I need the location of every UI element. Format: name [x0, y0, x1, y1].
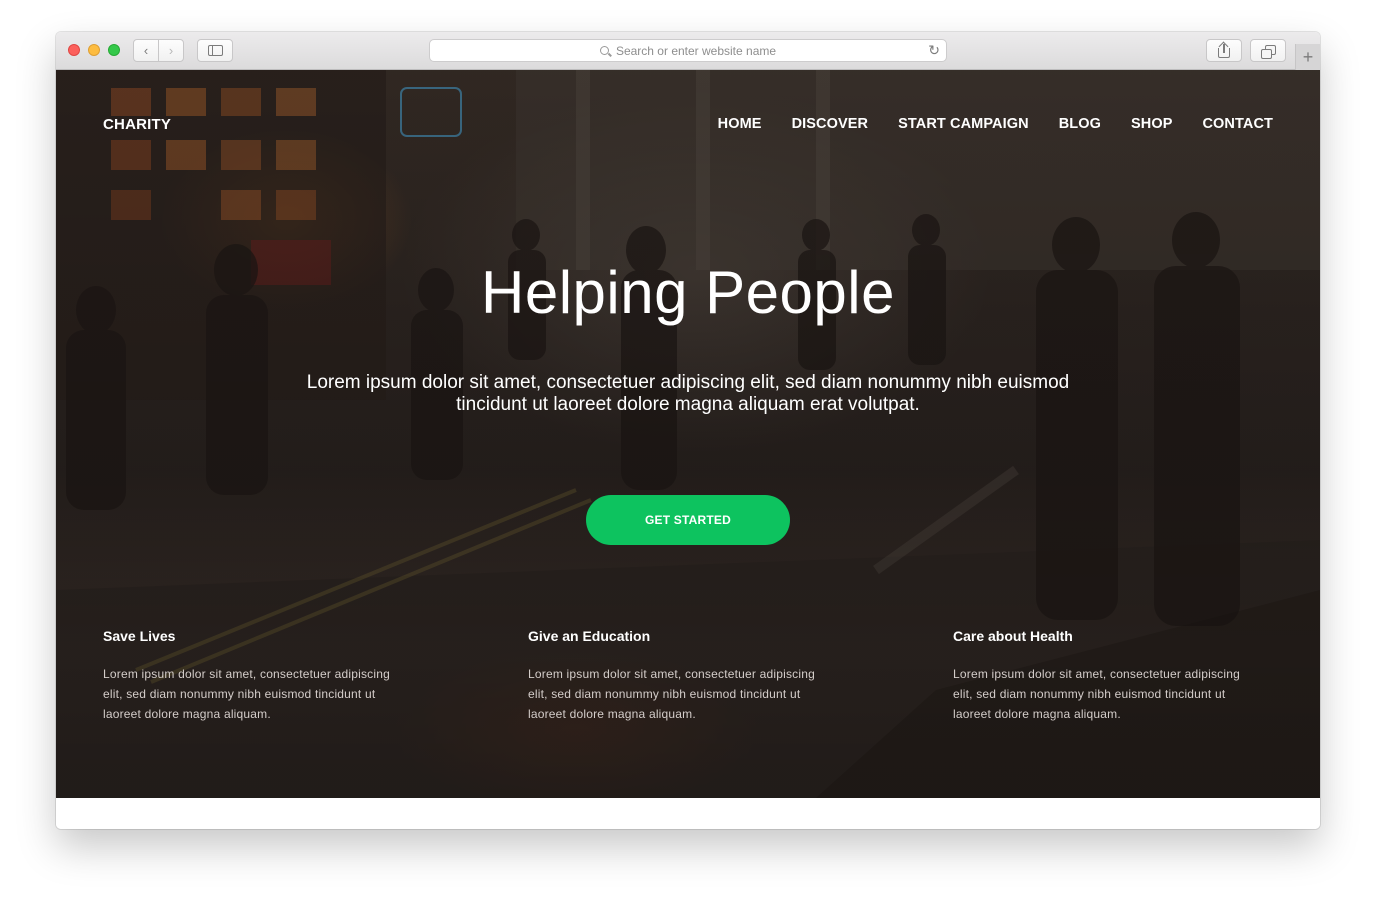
feature-title: Save Lives [103, 628, 176, 644]
nav-item-shop[interactable]: SHOP [1131, 116, 1173, 132]
sidebar-icon [207, 45, 223, 56]
nav-item-blog[interactable]: BLOG [1059, 116, 1101, 132]
hero-subtitle: Lorem ipsum dolor sit amet, consectetuer… [306, 372, 1070, 415]
nav-item-discover[interactable]: DISCOVER [792, 116, 869, 132]
share-button[interactable] [1206, 39, 1242, 62]
plus-icon: + [1302, 46, 1314, 67]
close-window-button[interactable] [68, 44, 80, 56]
browser-window: ‹ › Search or enter website name ↻ + CHA… [56, 32, 1320, 829]
sidebar-toggle-button[interactable] [197, 39, 233, 62]
feature-text: Lorem ipsum dolor sit amet, consectetuer… [103, 667, 390, 721]
reload-icon[interactable]: ↻ [928, 42, 940, 59]
minimize-window-button[interactable] [88, 44, 100, 56]
get-started-button[interactable]: GET STARTED [586, 495, 790, 545]
forward-button[interactable]: › [158, 39, 184, 62]
feature-care-health: Care about Health Lorem ipsum dolor sit … [953, 628, 1263, 724]
main-nav: HOME DISCOVER START CAMPAIGN BLOG SHOP C… [718, 116, 1273, 132]
chevron-left-icon: ‹ [143, 43, 149, 58]
page-below-hero [56, 798, 1320, 829]
search-icon [599, 46, 609, 55]
show-tabs-button[interactable] [1250, 39, 1286, 62]
feature-title: Give an Education [528, 628, 651, 644]
address-bar[interactable]: Search or enter website name ↻ [429, 39, 947, 62]
hero-title: Helping People [481, 259, 895, 326]
new-tab-button[interactable]: + [1295, 44, 1320, 70]
back-button[interactable]: ‹ [133, 39, 159, 62]
chevron-right-icon: › [168, 43, 174, 58]
tabs-icon [1261, 44, 1276, 59]
browser-toolbar: ‹ › Search or enter website name ↻ + [56, 32, 1320, 70]
zoom-window-button[interactable] [108, 44, 120, 56]
nav-item-start-campaign[interactable]: START CAMPAIGN [898, 116, 1029, 132]
nav-item-contact[interactable]: CONTACT [1202, 116, 1273, 132]
feature-text: Lorem ipsum dolor sit amet, consectetuer… [953, 667, 1240, 721]
feature-save-lives: Save Lives Lorem ipsum dolor sit amet, c… [103, 628, 413, 724]
hero-section: CHARITY HOME DISCOVER START CAMPAIGN BLO… [56, 70, 1320, 798]
nav-item-home[interactable]: HOME [718, 116, 762, 132]
feature-text: Lorem ipsum dolor sit amet, consectetuer… [528, 667, 815, 721]
site-logo[interactable]: CHARITY [103, 116, 171, 133]
features-row: Save Lives Lorem ipsum dolor sit amet, c… [103, 628, 1283, 724]
feature-title: Care about Health [953, 628, 1073, 644]
address-placeholder: Search or enter website name [615, 43, 777, 58]
feature-give-education: Give an Education Lorem ipsum dolor sit … [528, 628, 838, 724]
share-icon [1218, 41, 1230, 58]
